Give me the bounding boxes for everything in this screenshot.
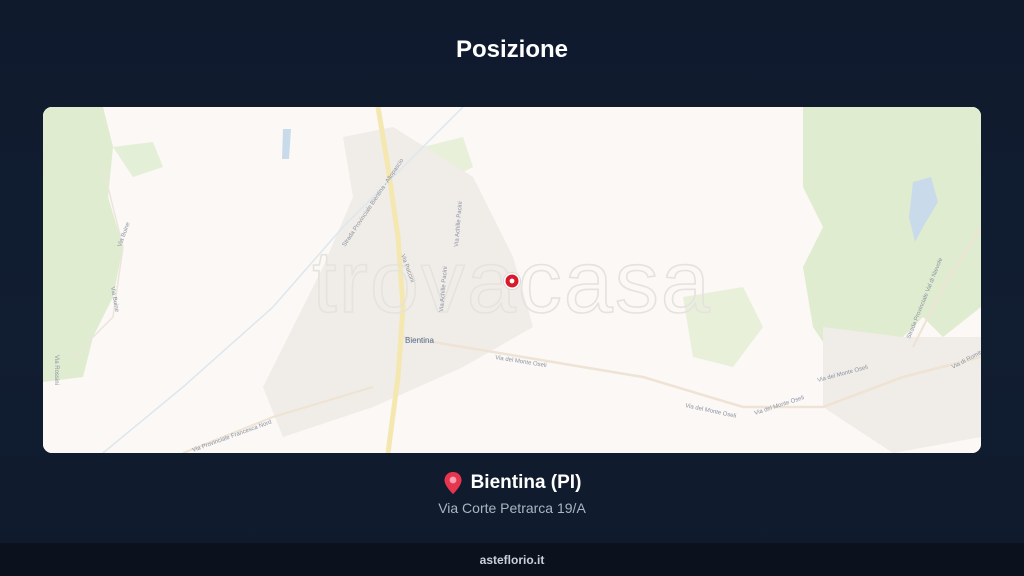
road-label-left-edge: Via Rossini	[53, 355, 59, 385]
town-label: Bientina	[405, 336, 434, 345]
map-pin-icon	[443, 471, 463, 495]
footer: asteflorio.it	[0, 543, 1024, 576]
location-map[interactable]: trovacasa Bientina Strada Provinciale Bi…	[43, 107, 981, 453]
location-city: Bientina (PI)	[470, 472, 582, 493]
map-canvas[interactable]: trovacasa Bientina Strada Provinciale Bi…	[43, 107, 981, 453]
location-marker-icon[interactable]	[503, 272, 521, 290]
location-heading: Bientina (PI)	[0, 471, 1024, 495]
footer-site[interactable]: asteflorio.it	[480, 553, 545, 567]
page-title: Posizione	[455, 36, 569, 63]
location-address: Via Corte Petrarca 19/A	[438, 500, 586, 516]
